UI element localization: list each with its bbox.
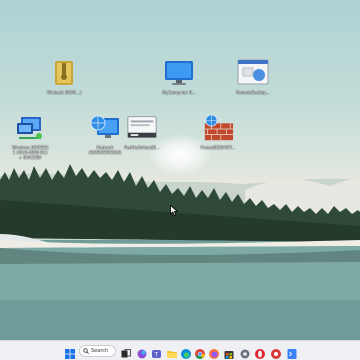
- remote-desktop-icon: [237, 58, 269, 88]
- mouse-pointer-icon: [170, 205, 178, 216]
- chrome-icon[interactable]: [194, 345, 206, 359]
- icon-label: Firewall[DEMOT...: [200, 145, 236, 150]
- desktop-icon-winback[interactable]: Winback [OSM...]: [33, 58, 95, 95]
- windows-start-icon[interactable]: [64, 345, 76, 359]
- firewall-icon: [202, 113, 234, 143]
- desktop-icon-windows-network[interactable]: Windows [GOSSE] 1 (WLD-4006-R1) + 004258…: [0, 113, 61, 160]
- taskbar-search-box[interactable]: Search: [79, 345, 116, 357]
- firefox-icon[interactable]: [208, 345, 220, 359]
- game-icon[interactable]: [270, 345, 282, 359]
- copilot-icon[interactable]: [136, 345, 148, 359]
- search-icon: [83, 348, 89, 354]
- icon-label: MyComputer [I...: [162, 90, 196, 95]
- desktop-background: Winback [OSM...] MyComputer [I... Remote…: [0, 0, 360, 340]
- store-icon[interactable]: [223, 345, 235, 359]
- file-explorer-icon[interactable]: [166, 345, 178, 358]
- landscape-scene: [0, 164, 360, 340]
- console-window-icon: [126, 113, 158, 143]
- opera-icon[interactable]: [254, 345, 266, 359]
- taskbar: Search T: [0, 340, 360, 360]
- computer-icon: [163, 58, 195, 88]
- network-connection-icon: [14, 113, 46, 143]
- icon-label: RemoteDeskop...: [235, 90, 271, 95]
- icon-label: Winback [OSM...]: [46, 90, 82, 95]
- settings-icon[interactable]: [239, 345, 251, 359]
- teams-icon[interactable]: T: [151, 345, 163, 359]
- icon-label: RedHatfolium[B...: [124, 145, 160, 150]
- desktop-icon-redhat[interactable]: RedHatfolium[B...: [111, 113, 173, 150]
- desktop-icon-mycomputer[interactable]: MyComputer [I...: [148, 58, 210, 95]
- search-label: Search: [91, 348, 109, 354]
- archive-icon: [48, 58, 80, 88]
- icon-label: Windows [GOSSE] 1 (WLD-4006-R1) + 004258…: [11, 145, 49, 160]
- desktop-icon-remotedesktop[interactable]: RemoteDeskop...: [222, 58, 284, 95]
- desktop-icon-firewall[interactable]: Firewall[DEMOT...: [187, 113, 249, 150]
- task-view-icon[interactable]: [120, 345, 132, 358]
- terminal-icon[interactable]: [286, 345, 298, 359]
- edge-icon[interactable]: [180, 345, 192, 359]
- svg-text:T: T: [154, 352, 159, 359]
